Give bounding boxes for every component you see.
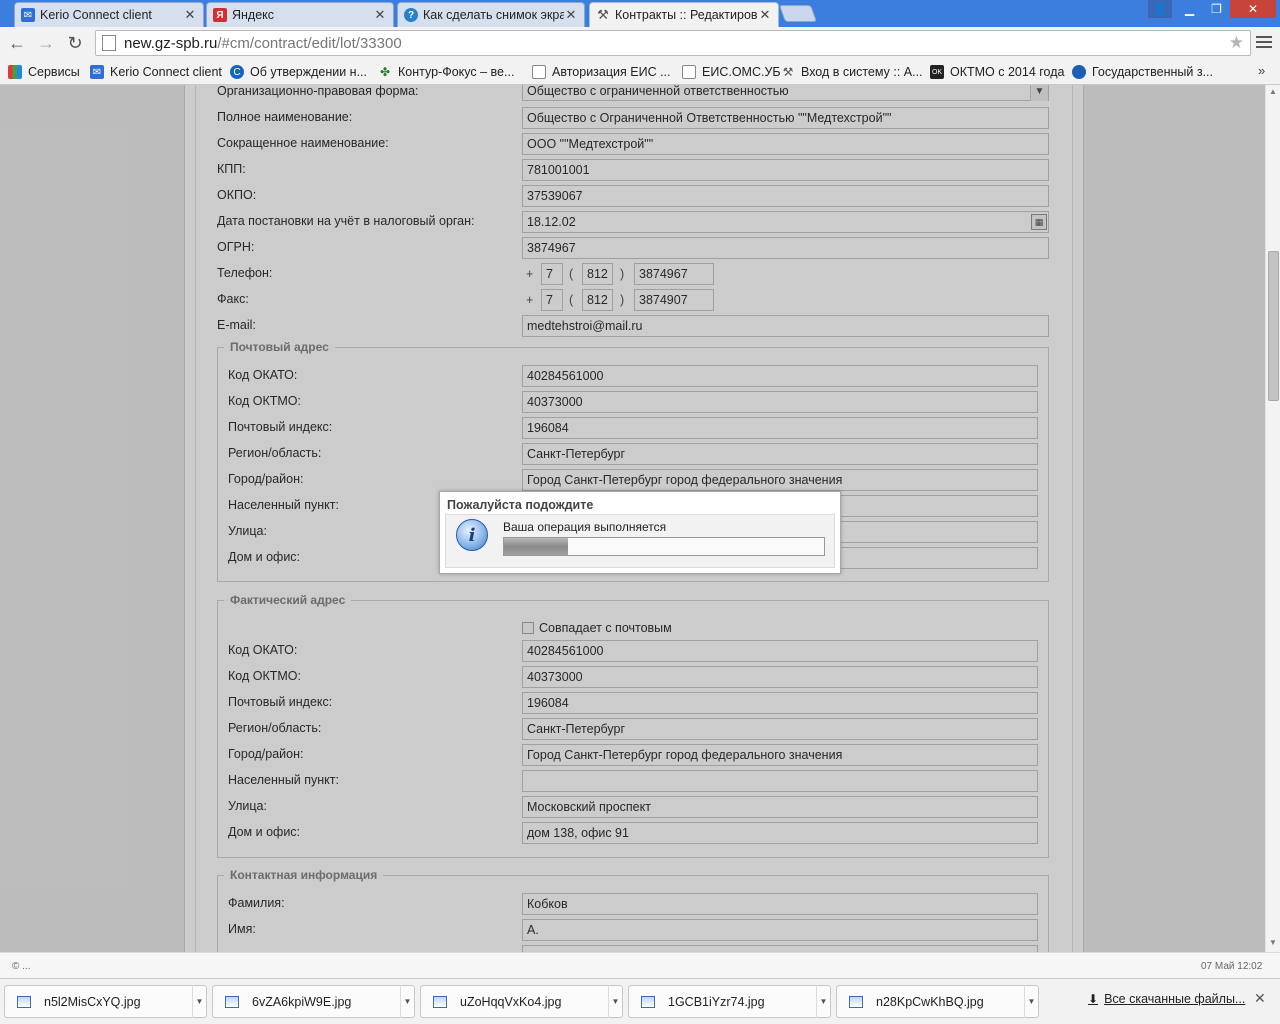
image-file-icon bbox=[433, 995, 447, 1008]
bookmark-label: Об утверждении н... bbox=[250, 65, 368, 79]
bookmark-eis-auth[interactable]: Авторизация ЕИС ... bbox=[532, 63, 670, 81]
user-profile-icon[interactable]: 👤 bbox=[1148, 0, 1172, 18]
close-tab-icon[interactable]: ✕ bbox=[183, 7, 197, 23]
bookmark-login[interactable]: ⚒ Вход в систему :: А... bbox=[781, 63, 923, 81]
chevron-down-icon[interactable]: ▼ bbox=[1024, 985, 1038, 1018]
tab-title: Яндекс bbox=[232, 8, 275, 22]
chevron-down-icon[interactable]: ▼ bbox=[192, 985, 206, 1018]
download-item[interactable]: 1GCB1iYzr74.jpg ▼ bbox=[628, 985, 831, 1018]
image-file-icon bbox=[17, 995, 31, 1008]
tab-contracts[interactable]: ⚒ Контракты :: Редактиров ✕ bbox=[589, 2, 779, 27]
reload-icon[interactable]: ↻ bbox=[63, 31, 87, 55]
download-item[interactable]: n28KpCwKhBQ.jpg ▼ bbox=[836, 985, 1039, 1018]
progress-bar bbox=[503, 537, 825, 556]
progress-fill bbox=[504, 538, 568, 555]
bookmark-label: ОКТМО с 2014 года bbox=[950, 65, 1065, 79]
vertical-scrollbar[interactable]: ▲ ▼ bbox=[1265, 85, 1280, 952]
image-file-icon bbox=[225, 995, 239, 1008]
download-filename: uZoHqqVxKo4.jpg bbox=[460, 994, 562, 1009]
gos-emblem-icon bbox=[1072, 65, 1086, 79]
dialog-body: i Ваша операция выполняется bbox=[445, 514, 835, 568]
bookmark-label: Kerio Connect client bbox=[110, 65, 222, 79]
page-icon bbox=[532, 65, 546, 79]
close-tab-icon[interactable]: ✕ bbox=[373, 7, 387, 23]
tab-title: Kerio Connect client bbox=[40, 8, 152, 22]
bookmark-label: ЕИС.ОМС.УБ bbox=[702, 65, 781, 79]
apps-grid-icon bbox=[8, 65, 22, 79]
address-host: new.gz-spb.ru bbox=[124, 34, 218, 52]
address-path: /#cm/contract/edit/lot/33300 bbox=[217, 34, 402, 52]
maximize-icon[interactable]: ❐ bbox=[1203, 0, 1230, 18]
download-filename: 6vZA6kpiW9E.jpg bbox=[252, 994, 352, 1009]
bookmark-oktmo[interactable]: OK ОКТМО с 2014 года bbox=[930, 63, 1064, 81]
bookmark-label: Сервисы bbox=[28, 65, 80, 79]
bookmark-label: Авторизация ЕИС ... bbox=[552, 65, 671, 79]
chevron-down-icon[interactable]: ▼ bbox=[400, 985, 414, 1018]
download-filename: n5l2MisCxYQ.jpg bbox=[44, 994, 141, 1009]
image-file-icon bbox=[641, 995, 655, 1008]
download-arrow-icon: ⬇ bbox=[1088, 992, 1099, 1006]
help-icon: ? bbox=[404, 8, 418, 22]
chevron-down-icon[interactable]: ▼ bbox=[608, 985, 622, 1018]
back-icon[interactable]: ← bbox=[5, 31, 29, 55]
yandex-icon: Я bbox=[213, 8, 227, 22]
minimize-icon[interactable]: ▁ bbox=[1176, 0, 1203, 18]
image-file-icon bbox=[849, 995, 863, 1008]
address-url: new.gz-spb.ru/#cm/contract/edit/lot/3330… bbox=[124, 35, 402, 52]
mail-icon: ✉ bbox=[21, 8, 35, 22]
page-icon bbox=[682, 65, 696, 79]
bookmark-services[interactable]: Сервисы bbox=[8, 63, 80, 81]
all-downloads-link[interactable]: ⬇ Все скачанные файлы... bbox=[1088, 992, 1245, 1006]
browser-titlebar: ✉ Kerio Connect client ✕ Я Яндекс ✕ ? Ка… bbox=[0, 0, 1280, 27]
tab-screenshot-help[interactable]: ? Как сделать снимок экра ✕ bbox=[397, 2, 585, 27]
page-status-bar: © ... 07 Май 12:02 bbox=[0, 952, 1280, 978]
kontur-icon: ✤ bbox=[379, 65, 391, 79]
download-item[interactable]: uZoHqqVxKo4.jpg ▼ bbox=[420, 985, 623, 1018]
download-filename: 1GCB1iYzr74.jpg bbox=[668, 994, 765, 1009]
bookmarks-overflow-icon[interactable]: » bbox=[1258, 63, 1265, 78]
status-date: 07 Май 12:02 bbox=[1201, 961, 1263, 972]
tab-title: Как сделать снимок экра bbox=[423, 8, 564, 22]
please-wait-dialog: Пожалуйста подождите i Ваша операция вып… bbox=[439, 491, 841, 574]
new-tab-button[interactable] bbox=[778, 5, 818, 22]
hammer-icon: ⚒ bbox=[782, 65, 794, 79]
tab-yandex[interactable]: Я Яндекс ✕ bbox=[206, 2, 394, 27]
download-filename: n28KpCwKhBQ.jpg bbox=[876, 994, 984, 1009]
status-left: © ... bbox=[12, 961, 31, 972]
mail-icon: ✉ bbox=[90, 65, 104, 79]
forward-icon[interactable]: → bbox=[34, 31, 58, 55]
scrollbar-thumb[interactable] bbox=[1268, 251, 1279, 401]
consultant-icon: C bbox=[230, 65, 244, 79]
chevron-down-icon[interactable]: ▼ bbox=[816, 985, 830, 1018]
dialog-title: Пожалуйста подождите bbox=[447, 498, 594, 512]
bookmark-eis-oms[interactable]: ЕИС.ОМС.УБ bbox=[682, 63, 781, 81]
scroll-up-icon[interactable]: ▲ bbox=[1269, 87, 1277, 96]
bookmark-label: Вход в систему :: А... bbox=[801, 65, 923, 79]
address-bar[interactable]: new.gz-spb.ru/#cm/contract/edit/lot/3330… bbox=[95, 30, 1251, 56]
bookmark-label: Контур-Фокус – ве... bbox=[398, 65, 515, 79]
close-downloads-icon[interactable]: ✕ bbox=[1254, 990, 1266, 1007]
oktmo-icon: OK bbox=[930, 65, 944, 79]
page-icon bbox=[102, 35, 116, 51]
info-icon: i bbox=[456, 519, 488, 551]
download-item[interactable]: n5l2MisCxYQ.jpg ▼ bbox=[4, 985, 207, 1018]
bookmarks-bar: Сервисы ✉ Kerio Connect client C Об утве… bbox=[0, 59, 1280, 85]
tab-kerio[interactable]: ✉ Kerio Connect client ✕ bbox=[14, 2, 204, 27]
hammer-icon: ⚒ bbox=[597, 7, 609, 22]
dialog-message: Ваша операция выполняется bbox=[503, 520, 667, 534]
close-tab-icon[interactable]: ✕ bbox=[564, 7, 578, 23]
scroll-down-icon[interactable]: ▼ bbox=[1269, 938, 1277, 947]
chrome-menu-icon[interactable] bbox=[1256, 33, 1272, 51]
tab-title: Контракты :: Редактиров bbox=[615, 8, 758, 22]
download-item[interactable]: 6vZA6kpiW9E.jpg ▼ bbox=[212, 985, 415, 1018]
bookmark-gos[interactable]: Государственный з... bbox=[1072, 63, 1213, 81]
close-tab-icon[interactable]: ✕ bbox=[758, 7, 772, 23]
bookmark-label: Государственный з... bbox=[1092, 65, 1213, 79]
all-downloads-label: Все скачанные файлы... bbox=[1104, 992, 1246, 1006]
bookmark-kerio[interactable]: ✉ Kerio Connect client bbox=[90, 63, 222, 81]
close-window-icon[interactable]: ✕ bbox=[1230, 0, 1276, 18]
bookmark-approval[interactable]: C Об утверждении н... bbox=[230, 63, 367, 81]
bookmark-kontur[interactable]: ✤ Контур-Фокус – ве... bbox=[378, 63, 514, 81]
bookmark-star-icon[interactable]: ★ bbox=[1229, 33, 1244, 53]
